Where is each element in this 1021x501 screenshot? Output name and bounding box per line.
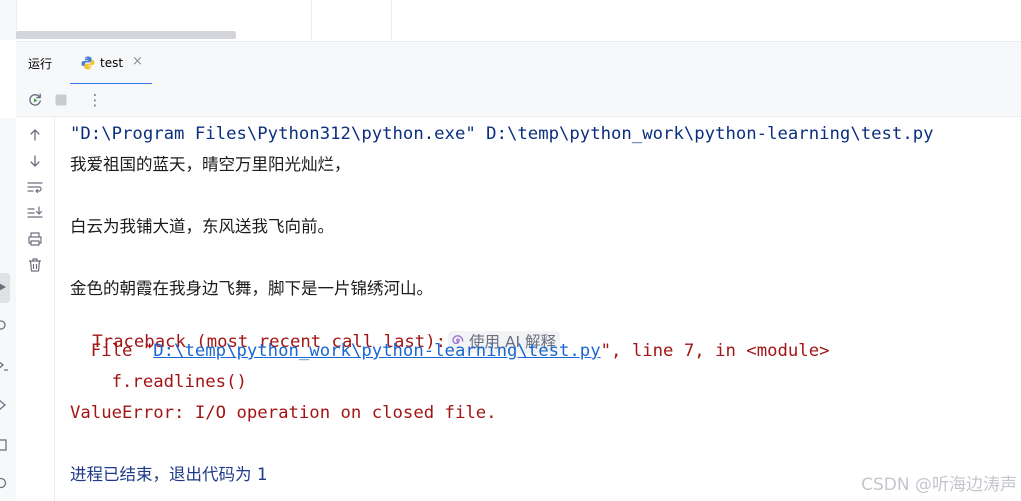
stop-icon[interactable] <box>52 91 70 109</box>
trash-icon[interactable] <box>26 256 44 274</box>
scroll-to-end-icon[interactable] <box>26 204 44 222</box>
more-options-icon[interactable]: ⋮ <box>86 91 104 109</box>
arrow-down-icon[interactable] <box>26 152 44 170</box>
tool-window-title: 运行 <box>28 57 53 71</box>
traceback-file-line: File "D:\temp\python_work\python-learnin… <box>70 340 830 362</box>
command-line: "D:\Program Files\Python312\python.exe" … <box>70 124 934 144</box>
tab-label: test <box>100 56 124 70</box>
debug-icon[interactable] <box>0 318 10 332</box>
services-icon[interactable] <box>0 438 10 452</box>
editor-left-strip <box>0 0 17 40</box>
exit-code: 1 <box>256 465 268 485</box>
run-tool-window-header: 运行 test × <box>16 41 1021 85</box>
editor-divider <box>311 0 312 40</box>
close-icon[interactable]: × <box>132 55 143 69</box>
print-icon[interactable] <box>26 230 44 248</box>
exit-text: 进程已结束，退出代码为 <box>70 465 257 484</box>
traceback-code-line: f.readlines() <box>70 372 247 392</box>
arrow-up-icon[interactable] <box>26 126 44 144</box>
problems-icon[interactable] <box>0 398 10 412</box>
toolbar-separator <box>82 92 83 108</box>
python-icon <box>81 56 95 70</box>
file-prefix: File " <box>70 341 154 361</box>
soft-wrap-icon[interactable] <box>26 178 44 196</box>
error-line: ValueError: I/O operation on closed file… <box>70 403 497 423</box>
output-line: 白云为我铺大道，东风送我飞向前。 <box>70 217 334 236</box>
run-icon[interactable] <box>0 280 10 294</box>
console-output[interactable]: "D:\Program Files\Python312\python.exe" … <box>70 118 1021 501</box>
outer-tool-sidebar <box>0 118 17 501</box>
output-line: 金色的朝霞在我身边飞舞，脚下是一片锦绣河山。 <box>70 279 433 298</box>
version-control-icon[interactable] <box>0 476 10 490</box>
editor-divider <box>391 0 392 40</box>
editor-area <box>0 0 1021 40</box>
file-path-link[interactable]: D:\temp\python_work\python-learning\test… <box>153 341 600 361</box>
console-gutter <box>16 117 55 501</box>
horizontal-scrollbar[interactable] <box>16 31 236 39</box>
terminal-icon[interactable] <box>0 358 10 372</box>
rerun-icon[interactable] <box>26 91 44 109</box>
exit-line: 进程已结束，退出代码为 1 <box>70 464 267 486</box>
run-toolbar: ⋮ <box>16 84 1021 117</box>
tab-test[interactable]: test × <box>70 42 152 85</box>
output-line: 我爱祖国的蓝天，晴空万里阳光灿烂， <box>70 155 351 174</box>
watermark: CSDN @听海边涛声 <box>861 475 1017 495</box>
file-suffix: ", line 7, in <module> <box>600 341 830 361</box>
